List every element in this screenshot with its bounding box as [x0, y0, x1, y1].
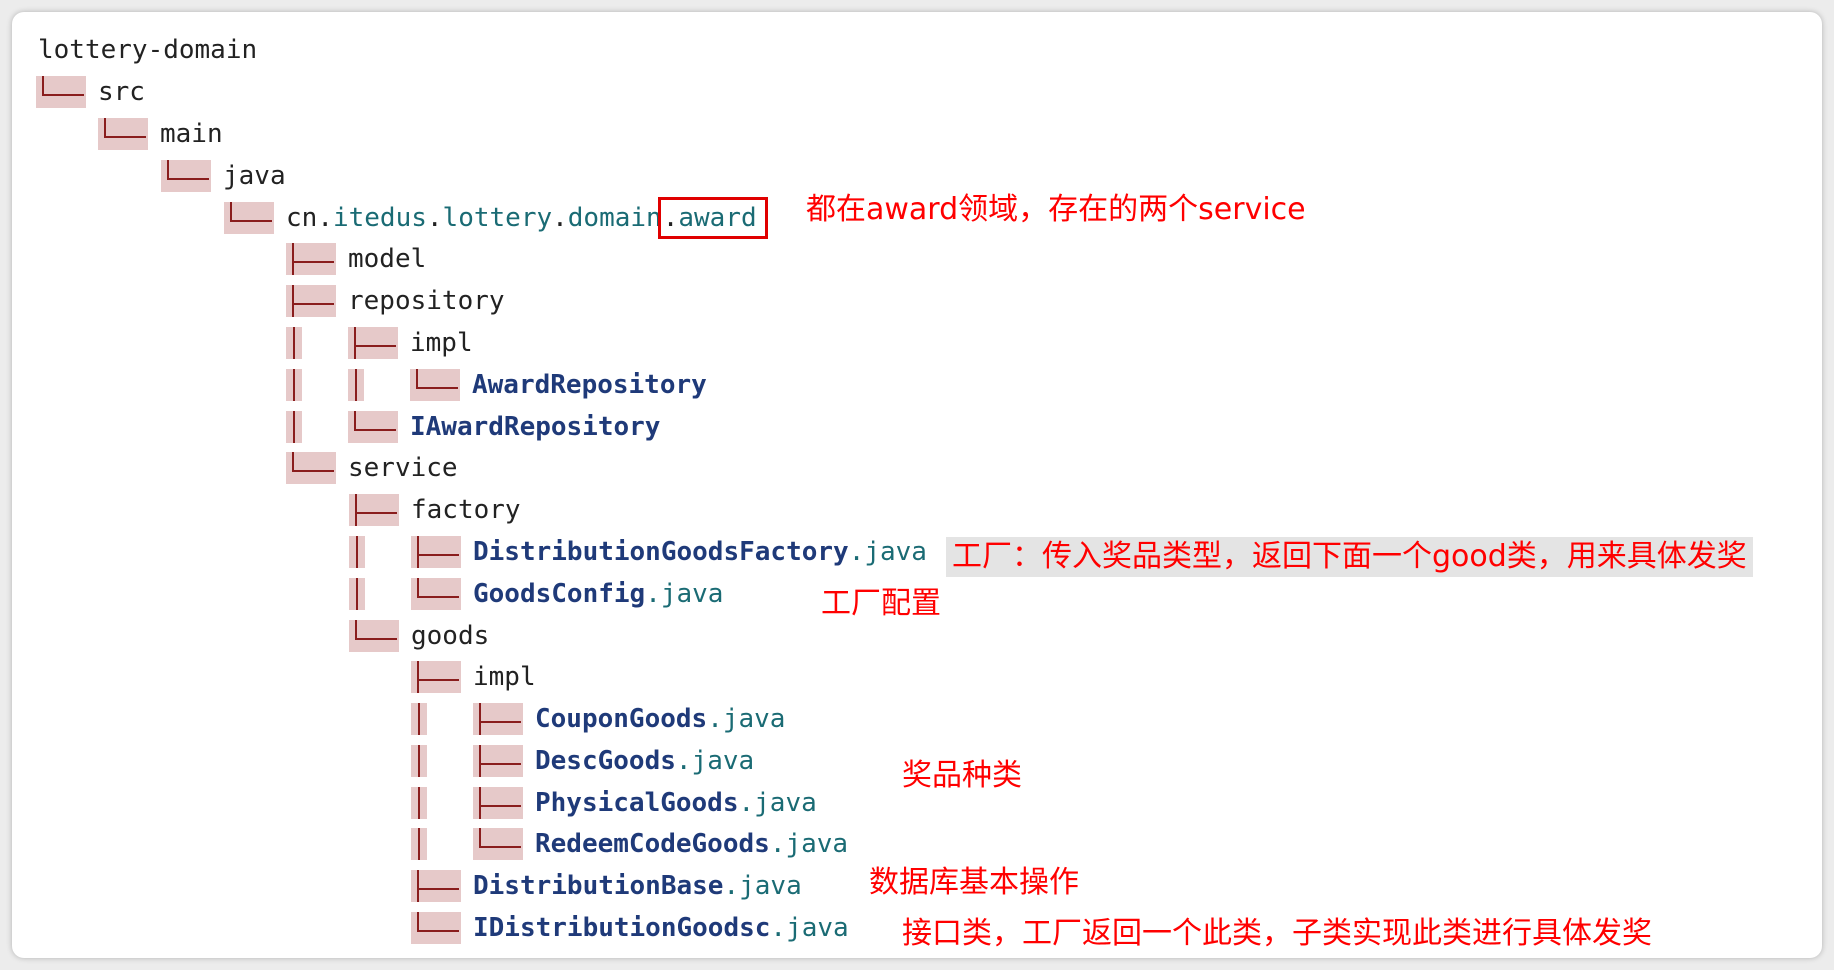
tree-pipe-icon	[411, 787, 473, 819]
tree-last-branch-icon	[349, 620, 399, 652]
tree-pipe-icon	[286, 411, 348, 443]
class-distribution-goods-factory: DistributionGoodsFactory	[473, 537, 849, 567]
class-redeem-code-goods: RedeemCodeGoods	[535, 829, 770, 859]
tree-last-branch-icon	[411, 578, 461, 610]
tree-row-src[interactable]: src	[36, 76, 145, 108]
tree-pipe-icon	[348, 369, 410, 401]
tree-row-goods[interactable]: goods	[349, 620, 489, 652]
folder-label-impl: impl	[410, 328, 473, 358]
tree-row-idistribution-goodsc[interactable]: IDistributionGoodsc .java	[411, 912, 849, 944]
file-extension: .java	[738, 788, 817, 818]
class-desc-goods: DescGoods	[535, 746, 676, 776]
annotation-goods-types: 奖品种类	[902, 758, 1022, 793]
class-goods-config: GoodsConfig	[473, 579, 646, 609]
tree-row-iaward-repository[interactable]: IAwardRepository	[286, 411, 660, 443]
tree-last-branch-icon	[411, 912, 461, 944]
folder-label-service: service	[348, 453, 458, 483]
tree-branch-icon	[411, 536, 461, 568]
folder-label-src: src	[98, 77, 145, 107]
tree-row-repository-impl[interactable]: impl	[286, 327, 473, 359]
folder-label-factory: factory	[411, 495, 521, 525]
file-extension: .java	[707, 704, 786, 734]
tree-row-goods-impl[interactable]: impl	[411, 661, 536, 693]
tree-row-model[interactable]: model	[286, 243, 426, 275]
tree-branch-icon	[473, 745, 523, 777]
tree-pipe-icon	[286, 327, 348, 359]
tree-row-goods-config[interactable]: GoodsConfig .java	[349, 578, 723, 610]
tree-root-label: lottery-domain	[38, 35, 258, 65]
tree-row-desc-goods[interactable]: DescGoods .java	[411, 745, 754, 777]
tree-branch-icon	[348, 327, 398, 359]
tree-last-branch-icon	[286, 452, 336, 484]
tree-row-coupon-goods[interactable]: CouponGoods .java	[411, 703, 785, 735]
class-award-repository: AwardRepository	[472, 370, 707, 400]
annotation-factory: 工厂：传入奖品类型，返回下面一个good类，用来具体发奖	[946, 537, 1753, 577]
file-extension: .java	[723, 871, 802, 901]
package-dot: .	[662, 203, 679, 233]
tree-branch-icon	[286, 285, 336, 317]
tree-row-distribution-base[interactable]: DistributionBase .java	[411, 870, 802, 902]
package-part-award: award	[678, 203, 757, 233]
tree-row-physical-goods[interactable]: PhysicalGoods .java	[411, 787, 817, 819]
tree-last-branch-icon	[348, 411, 398, 443]
tree-last-branch-icon	[161, 160, 211, 192]
tree-row-distribution-goods-factory[interactable]: DistributionGoodsFactory .java	[349, 536, 927, 568]
tree-row-java[interactable]: java	[161, 160, 286, 192]
folder-label-repository: repository	[348, 286, 505, 316]
file-extension: .java	[645, 579, 724, 609]
package-part-domain: domain	[567, 203, 662, 233]
tree-row-award-repository[interactable]: AwardRepository	[286, 369, 707, 401]
package-part-lottery: lottery	[442, 203, 553, 233]
directory-tree: lottery-domain src main java cn. itedus. l…	[0, 0, 1834, 970]
class-coupon-goods: CouponGoods	[535, 704, 708, 734]
tree-last-branch-icon	[36, 76, 86, 108]
tree-last-branch-icon	[410, 369, 460, 401]
tree-branch-icon	[473, 787, 523, 819]
tree-pipe-icon	[349, 536, 411, 568]
package-dot: .	[317, 203, 333, 233]
tree-row-package[interactable]: cn. itedus. lottery. domain .award	[224, 197, 768, 239]
award-highlight-box: .award	[657, 197, 768, 239]
tree-row-redeem-code-goods[interactable]: RedeemCodeGoods .java	[411, 828, 848, 860]
folder-label-goods: goods	[411, 621, 490, 651]
tree-pipe-icon	[411, 745, 473, 777]
annotation-distribution-base: 数据库基本操作	[869, 865, 1079, 900]
file-extension: .java	[769, 829, 849, 859]
tree-branch-icon	[411, 661, 461, 693]
annotation-goods-config: 工厂配置	[821, 586, 941, 621]
package-part-itedus: itedus	[332, 203, 427, 233]
file-extension: .java	[675, 746, 755, 776]
annotation-award-domain: 都在award领域，存在的两个service	[806, 192, 1306, 227]
class-distribution-base: DistributionBase	[473, 871, 724, 901]
tree-branch-icon	[286, 243, 336, 275]
class-iaward-repository: IAwardRepository	[410, 412, 661, 442]
file-extension: .java	[848, 537, 927, 567]
tree-row-factory[interactable]: factory	[349, 494, 521, 526]
folder-label-main: main	[160, 119, 223, 149]
tree-row-root[interactable]: lottery-domain	[38, 34, 257, 66]
tree-last-branch-icon	[224, 202, 274, 234]
class-idistribution-goodsc: IDistributionGoodsc	[473, 913, 771, 943]
class-physical-goods: PhysicalGoods	[535, 788, 739, 818]
tree-pipe-icon	[411, 703, 473, 735]
tree-branch-icon	[411, 870, 461, 902]
folder-label-java: java	[223, 161, 286, 191]
file-extension: .java	[770, 913, 849, 943]
tree-pipe-icon	[286, 369, 348, 401]
package-dot: .	[552, 203, 568, 233]
tree-row-main[interactable]: main	[98, 118, 223, 150]
package-dot: .	[426, 203, 443, 233]
tree-last-branch-icon	[98, 118, 148, 150]
tree-pipe-icon	[411, 828, 473, 860]
annotation-interface: 接口类，工厂返回一个此类，子类实现此类进行具体发奖	[902, 916, 1652, 951]
folder-label-model: model	[348, 244, 427, 274]
tree-pipe-icon	[349, 578, 411, 610]
package-part-cn: cn	[286, 203, 318, 233]
folder-label-goods-impl: impl	[473, 662, 536, 692]
tree-branch-icon	[473, 703, 523, 735]
tree-row-repository[interactable]: repository	[286, 285, 505, 317]
tree-branch-icon	[349, 494, 399, 526]
tree-row-service[interactable]: service	[286, 452, 458, 484]
tree-last-branch-icon	[473, 828, 523, 860]
